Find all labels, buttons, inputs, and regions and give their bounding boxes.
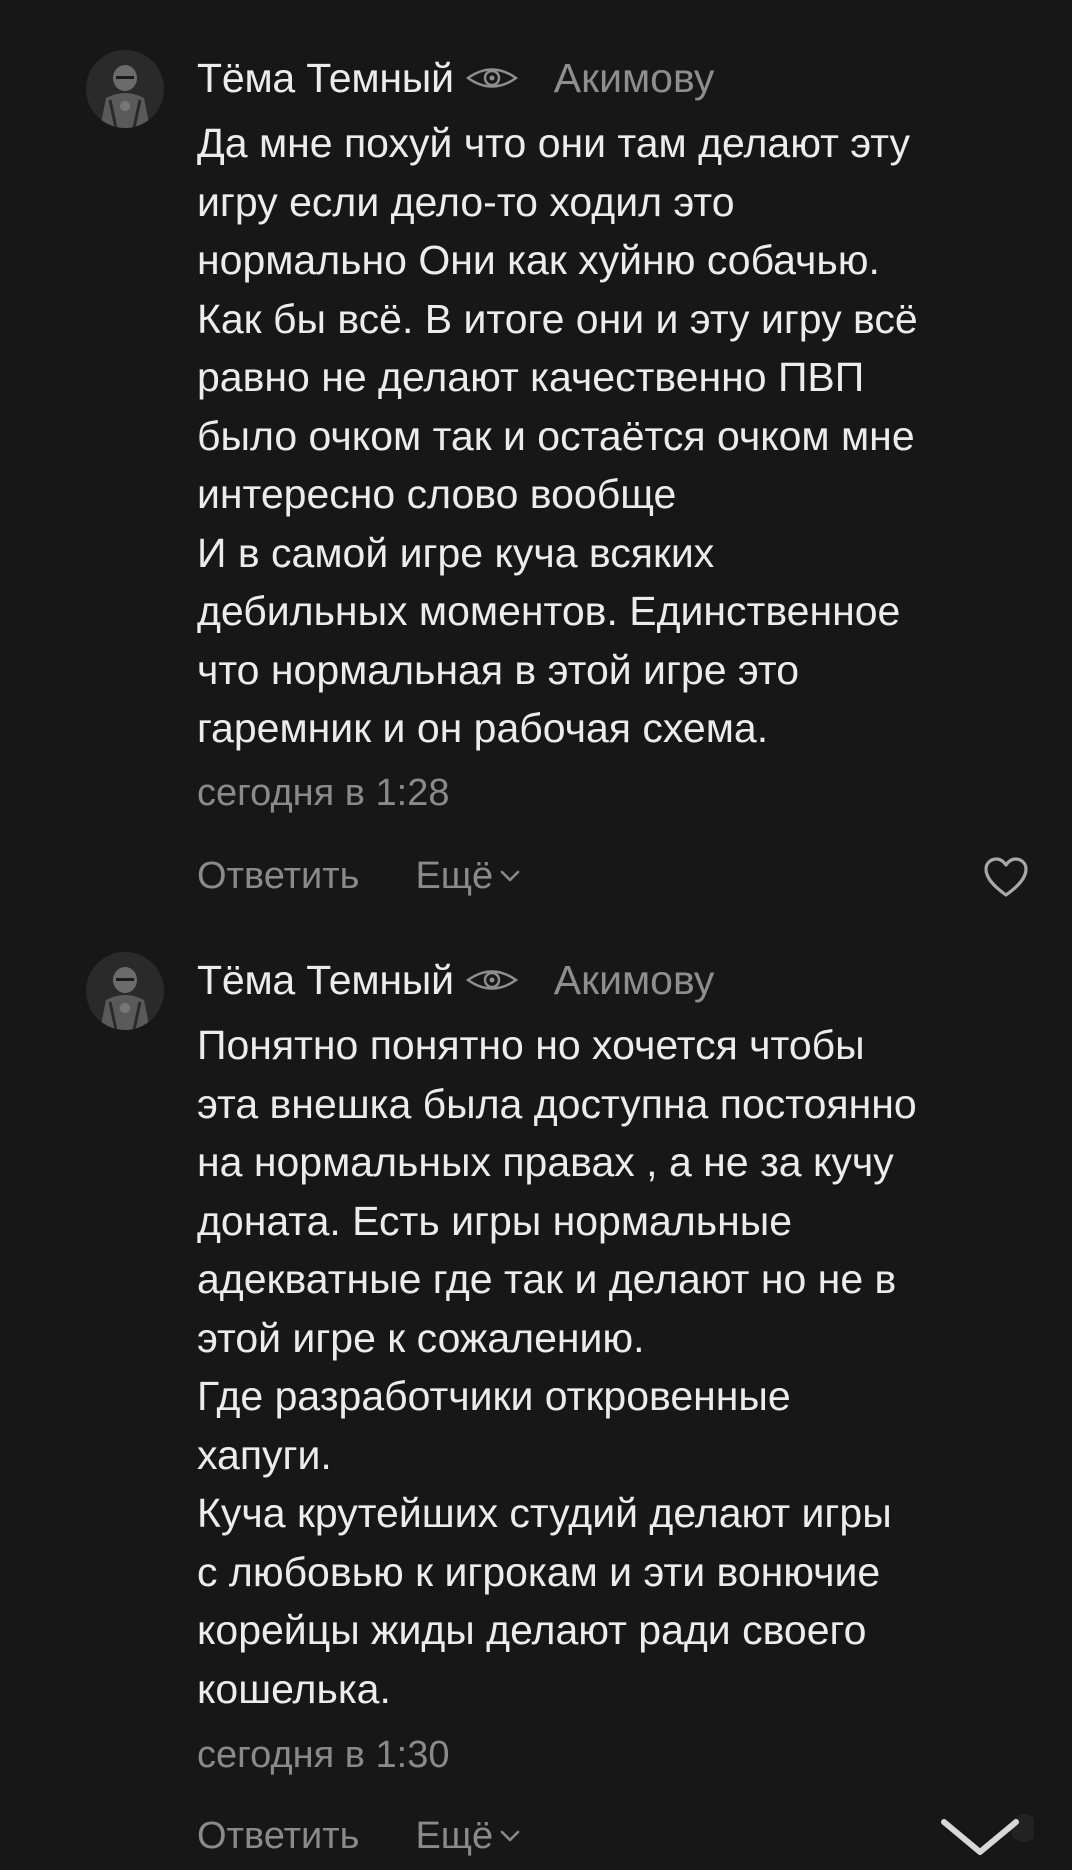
eye-icon (464, 63, 520, 93)
comment-timestamp: сегодня в 1:28 (197, 772, 450, 814)
more-label: Ещё (415, 1814, 494, 1857)
comment-actions: Ответить Ещё (197, 848, 521, 904)
comment-text-line: на нормальных правах , а не за кучу (197, 1139, 894, 1185)
comment-text-line: Куча крутейших студий делают игры (197, 1490, 892, 1536)
author-name[interactable]: Тёма Темный (197, 55, 454, 102)
reply-to-name[interactable]: Акимову (554, 55, 715, 102)
comment-text-line: равно не делают качественно ПВП (197, 354, 865, 400)
comment-text-line: с любовью к игрокам и эти вонючие (197, 1548, 881, 1595)
avatar[interactable] (86, 50, 164, 128)
comment-text-line: И в самой игре куча всяких (197, 529, 715, 576)
more-label: Ещё (415, 854, 494, 897)
comment-text-line: корейцы жиды делают ради своего (197, 1607, 867, 1653)
chevron-down-icon (499, 1829, 521, 1843)
comment-text-line: Где разработчики откровенные (197, 1373, 791, 1419)
comment-text-line: доната. Есть игры нормальные (197, 1197, 793, 1244)
author-name[interactable]: Тёма Темный (197, 957, 454, 1004)
comment-text-line: адекватные где так и делают но не в (197, 1256, 897, 1302)
comment-text-line: хапуги. (197, 1431, 332, 1478)
comment-text-line: интересно слово вообще (197, 471, 677, 517)
reply-button[interactable]: Ответить (197, 855, 359, 898)
avatar[interactable] (86, 952, 164, 1030)
comment-header: Тёма Темный Акимову (197, 950, 714, 1010)
chevron-down-icon (499, 869, 521, 883)
comment-text-line: эта внешка была доступна постоянно (197, 1080, 917, 1127)
comment-actions: Ответить Ещё (197, 1808, 521, 1864)
comment-text-line: игру если дело-то ходил это (197, 178, 735, 225)
chevron-down-icon[interactable] (934, 1808, 1034, 1868)
comment-text-line: нормально Они как хуйню собачью. (197, 237, 880, 283)
heart-icon[interactable] (982, 855, 1030, 899)
comment-text-line: Понятно понятно но хочется чтобы (197, 1022, 865, 1068)
comment-text-line: что нормальная в этой игре это (197, 646, 800, 693)
comment-timestamp: сегодня в 1:30 (197, 1734, 450, 1776)
comment-text-line: кошелька. (197, 1665, 391, 1712)
comment-header: Тёма Темный Акимову (197, 48, 714, 108)
comment-text-line: Как бы всё. В итоге они и эту игру всё (197, 295, 918, 342)
comment-text-line: было очком так и остаётся очком мне (197, 412, 915, 459)
more-button[interactable]: Ещё (415, 855, 521, 898)
comment-text-line: этой игре к сожалению. (197, 1314, 645, 1361)
comment-text: Да мне похуй что они там делают эту игру… (197, 114, 1057, 758)
reply-button[interactable]: Ответить (197, 1815, 359, 1858)
comment-text-line: гаремник и он рабочая схема. (197, 705, 769, 751)
comment-text: Понятно понятно но хочется чтобы эта вне… (197, 1016, 1057, 1718)
more-button[interactable]: Ещё (415, 1815, 521, 1858)
comment-text-line: дебильных моментов. Единственное (197, 588, 901, 634)
eye-icon (464, 965, 520, 995)
comment-text-line: Да мне похуй что они там делают эту (197, 120, 910, 166)
reply-to-name[interactable]: Акимову (554, 957, 715, 1004)
